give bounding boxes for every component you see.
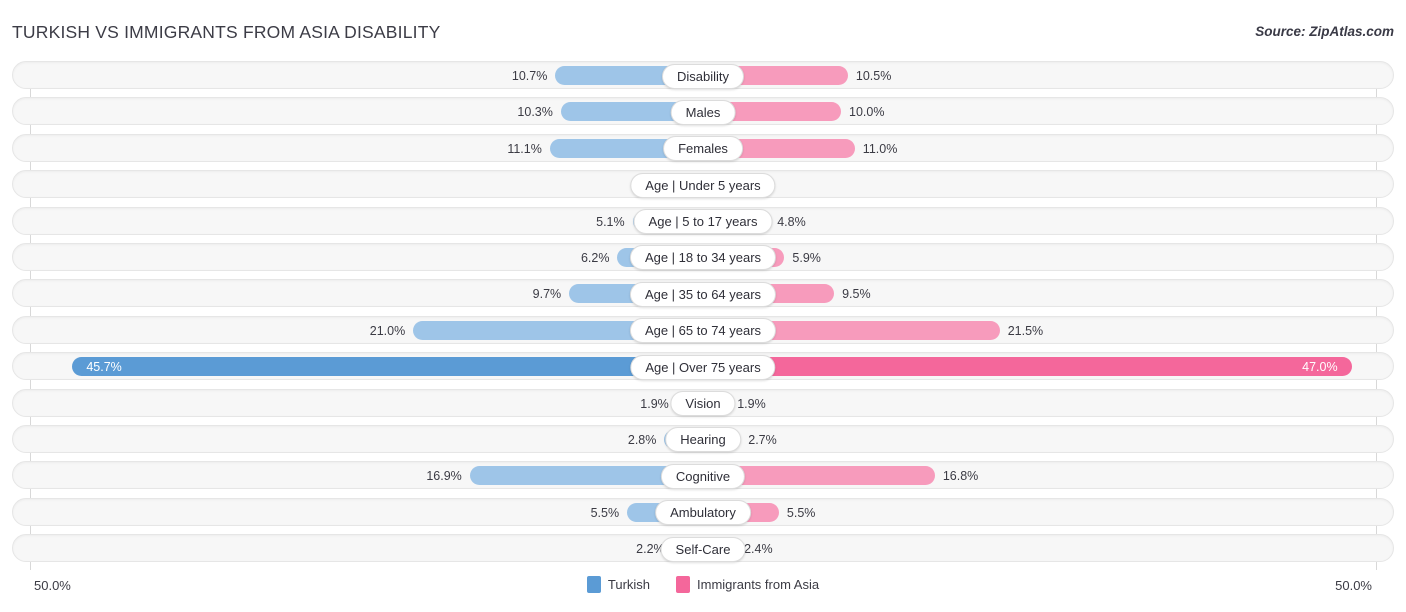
- legend-swatch-icon: [676, 576, 691, 593]
- category-label: Age | 18 to 34 years: [629, 245, 777, 271]
- bar-rows: 10.7% 10.5% Disability 10.3% 10.0% Males 11.1%…: [0, 58, 1406, 567]
- page-title: TURKISH VS IMMIGRANTS FROM ASIA DISABILI…: [12, 22, 441, 42]
- table-row[interactable]: 1.1%1.1%Age | Under 5 years: [0, 167, 1406, 203]
- value-label-turkish: 10.3%: [517, 105, 553, 120]
- category-label: Ambulatory: [655, 500, 751, 526]
- value-label-turkish: 1.9%: [640, 396, 669, 411]
- category-label: Males: [670, 99, 736, 125]
- chart-legend: Turkish Immigrants from Asia: [0, 576, 1406, 593]
- value-label-turkish: 45.7%: [86, 360, 122, 375]
- table-row[interactable]: 2.8% 2.7% Hearing: [0, 422, 1406, 458]
- value-label-turkish: 5.5%: [590, 505, 620, 520]
- bar-immigrants-from-asia: [703, 357, 1352, 377]
- value-label-immigrants-from-asia: 5.9%: [792, 250, 821, 265]
- table-row[interactable]: 5.1% 4.8% Age | 5 to 17 years: [0, 204, 1406, 240]
- category-label: Age | 65 to 74 years: [629, 318, 777, 344]
- table-row[interactable]: 6.2% 5.9% Age | 18 to 34 years: [0, 240, 1406, 276]
- table-row[interactable]: 9.7% 9.5% Age | 35 to 64 years: [0, 276, 1406, 312]
- value-label-immigrants-from-asia: 11.0%: [862, 141, 898, 156]
- legend-label: Immigrants from Asia: [697, 577, 820, 592]
- legend-label: Turkish: [607, 577, 651, 592]
- category-label: Self-Care: [660, 536, 746, 562]
- category-label: Age | 35 to 64 years: [629, 281, 777, 307]
- legend-swatch-icon: [586, 576, 601, 593]
- value-label-turkish: 16.9%: [426, 469, 462, 484]
- value-label-turkish: 5.1%: [596, 214, 625, 229]
- chart-header: TURKISH VS IMMIGRANTS FROM ASIA DISABILI…: [0, 0, 1406, 58]
- legend-item[interactable]: Turkish: [586, 576, 651, 593]
- category-label: Age | Over 75 years: [630, 354, 776, 380]
- value-label-immigrants-from-asia: 1.9%: [737, 396, 766, 411]
- value-label-turkish: 6.2%: [580, 250, 610, 265]
- value-label-turkish: 10.7%: [511, 69, 548, 83]
- value-label-immigrants-from-asia: 16.8%: [942, 469, 979, 484]
- legend-item[interactable]: Immigrants from Asia: [676, 576, 819, 593]
- category-label: Vision: [670, 391, 736, 417]
- value-label-immigrants-from-asia: 5.5%: [786, 505, 816, 520]
- value-label-immigrants-from-asia: 10.5%: [855, 69, 892, 83]
- table-row[interactable]: 10.3% 10.0% Males: [0, 94, 1406, 130]
- value-label-immigrants-from-asia: 21.5%: [1007, 323, 1044, 338]
- category-label: Cognitive: [660, 463, 746, 489]
- category-label: Hearing: [665, 427, 741, 453]
- value-label-turkish: 2.8%: [627, 432, 657, 447]
- chart-plot-area: 10.7% 10.5% Disability 10.3% 10.0% Males 11.1%…: [0, 58, 1406, 570]
- table-row[interactable]: 1.9% 1.9% Vision: [0, 386, 1406, 422]
- category-label: Age | Under 5 years: [630, 172, 776, 198]
- value-label-turkish: 9.7%: [532, 287, 562, 302]
- value-label-turkish: 21.0%: [369, 323, 406, 338]
- value-label-immigrants-from-asia: 10.0%: [849, 105, 885, 120]
- table-row[interactable]: 2.2% 2.4% Self-Care: [0, 531, 1406, 567]
- category-label: Females: [663, 136, 743, 162]
- value-label-immigrants-from-asia: 47.0%: [1302, 360, 1338, 375]
- table-row[interactable]: 21.0% 21.5% Age | 65 to 74 years: [0, 313, 1406, 349]
- value-label-immigrants-from-asia: 2.4%: [744, 542, 773, 557]
- value-label-immigrants-from-asia: 9.5%: [842, 287, 871, 302]
- table-row[interactable]: 11.1% 11.0% Females: [0, 131, 1406, 167]
- category-label: Age | 5 to 17 years: [633, 209, 773, 235]
- value-label-turkish: 11.1%: [507, 141, 542, 156]
- value-label-immigrants-from-asia: 2.7%: [748, 432, 777, 447]
- table-row[interactable]: 16.9% 16.8% Cognitive: [0, 458, 1406, 494]
- table-row[interactable]: 10.7% 10.5% Disability: [0, 58, 1406, 94]
- value-label-immigrants-from-asia: 4.8%: [777, 214, 806, 229]
- category-label: Disability: [661, 63, 745, 89]
- source-attribution: Source: ZipAtlas.com: [1255, 24, 1394, 39]
- chart-footer: 50.0% 50.0% Turkish Immigrants from Asia: [0, 570, 1406, 612]
- bar-turkish: [72, 357, 703, 377]
- table-row[interactable]: 45.7% 47.0% Age | Over 75 years: [0, 349, 1406, 385]
- table-row[interactable]: 5.5% 5.5% Ambulatory: [0, 495, 1406, 531]
